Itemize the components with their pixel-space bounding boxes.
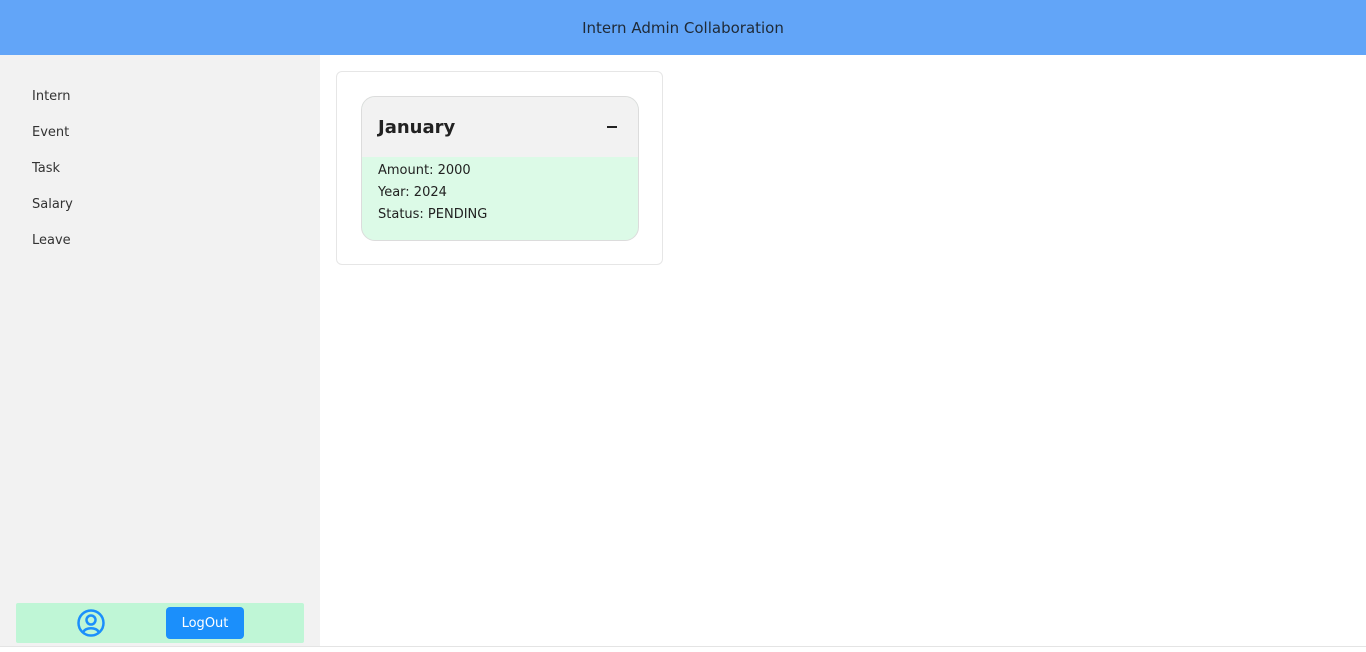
panel-body: Amount: 2000 Year: 2024 Status: PENDING bbox=[362, 157, 638, 226]
sidebar-footer: LogOut bbox=[16, 603, 304, 643]
sidebar-item-intern[interactable]: Intern bbox=[0, 79, 320, 115]
user-circle-icon[interactable] bbox=[76, 608, 106, 638]
sidebar-item-task[interactable]: Task bbox=[0, 151, 320, 187]
bottom-divider bbox=[0, 646, 1366, 652]
panel-header[interactable]: January bbox=[362, 97, 638, 157]
salary-collapse-panel: January Amount: 2000 Year: 2024 Status: … bbox=[361, 96, 639, 241]
salary-card: January Amount: 2000 Year: 2024 Status: … bbox=[336, 71, 663, 265]
status-text: Status: PENDING bbox=[378, 207, 488, 222]
sidebar: Intern Event Task Salary Leave LogOut bbox=[0, 55, 320, 646]
year-text: Year: 2024 bbox=[378, 185, 447, 200]
amount-text: Amount: 2000 bbox=[378, 163, 471, 178]
sidebar-item-event[interactable]: Event bbox=[0, 115, 320, 151]
sidebar-item-leave[interactable]: Leave bbox=[0, 223, 320, 259]
app-header: Intern Admin Collaboration bbox=[0, 0, 1366, 55]
minus-icon[interactable] bbox=[602, 117, 622, 137]
logout-button[interactable]: LogOut bbox=[166, 607, 244, 639]
month-title: January bbox=[378, 116, 456, 138]
main-content: January Amount: 2000 Year: 2024 Status: … bbox=[320, 55, 1366, 646]
app-title: Intern Admin Collaboration bbox=[582, 18, 784, 37]
sidebar-item-salary[interactable]: Salary bbox=[0, 187, 320, 223]
sidebar-nav: Intern Event Task Salary Leave bbox=[0, 55, 320, 259]
